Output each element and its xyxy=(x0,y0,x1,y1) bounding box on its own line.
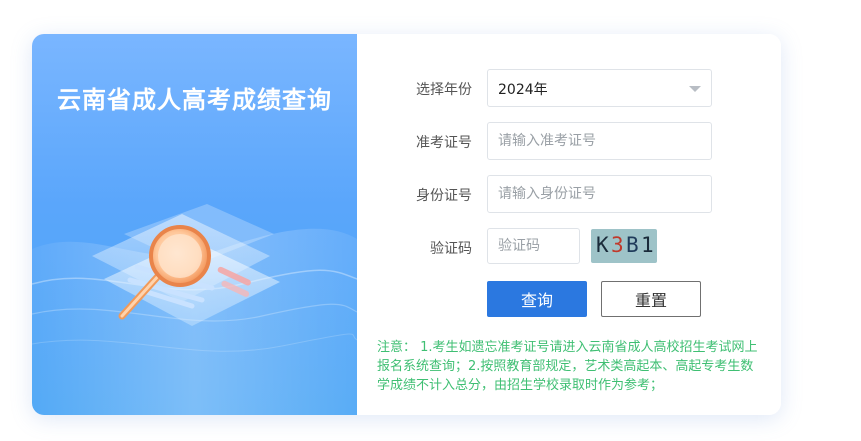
page-title: 云南省成人高考成绩查询 xyxy=(57,86,332,114)
admission-number-field[interactable] xyxy=(487,122,712,160)
chevron-down-icon xyxy=(689,86,701,92)
captcha-image[interactable]: K 3 B 1 xyxy=(591,229,657,263)
captcha-char: 1 xyxy=(641,233,654,257)
query-button[interactable]: 查询 xyxy=(487,281,587,317)
id-number-field[interactable] xyxy=(487,175,712,213)
year-select[interactable]: 2024年 xyxy=(487,69,712,107)
captcha-char: B xyxy=(626,233,639,257)
banner-panel: 云南省成人高考成绩查询 xyxy=(32,34,357,415)
reset-button[interactable]: 重置 xyxy=(601,281,701,317)
admission-number-label: 准考证号 xyxy=(416,135,472,151)
captcha-input[interactable] xyxy=(488,229,579,263)
id-number-label: 身份证号 xyxy=(416,188,472,204)
captcha-char: 3 xyxy=(611,233,624,257)
query-form: 选择年份 2024年 准考证号 身份证号 验证码 K 3 B 1 查询 重置 注… xyxy=(357,34,781,415)
captcha-field[interactable] xyxy=(487,228,580,264)
notice-text: 注意： 1.考生如遗忘准考证号请进入云南省成人高校招生考试网上报名系统查询；2.… xyxy=(377,340,758,393)
captcha-char: K xyxy=(596,233,609,257)
year-label: 选择年份 xyxy=(416,82,472,98)
year-select-value: 2024年 xyxy=(498,82,548,98)
id-number-input[interactable] xyxy=(488,176,711,212)
query-card: 云南省成人高考成绩查询 选择年份 2024年 准考证号 身份证号 验证码 K 3… xyxy=(32,34,781,415)
captcha-label: 验证码 xyxy=(430,241,472,257)
admission-number-input[interactable] xyxy=(488,123,711,159)
